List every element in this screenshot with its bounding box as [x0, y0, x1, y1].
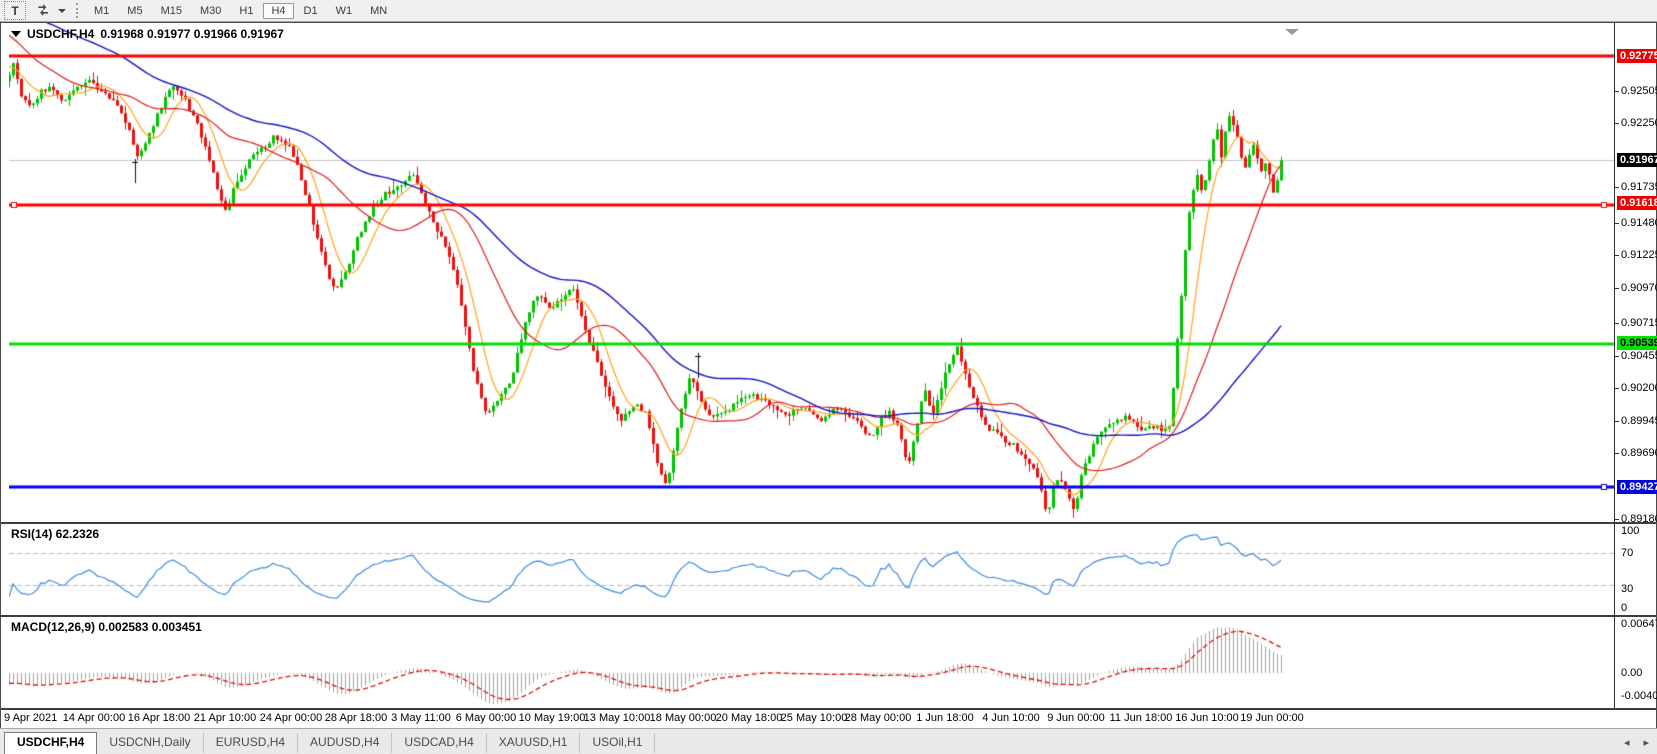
timeframe-buttons: M1M5M15M30H1H4D1W1MN [85, 3, 396, 19]
timeframe-button-m5[interactable]: M5 [119, 3, 150, 19]
y-axis-tick [1615, 91, 1619, 92]
pane-separator[interactable] [1, 522, 1656, 524]
x-axis-label: 25 May 10:00 [781, 712, 848, 724]
x-axis-label: 1 Jun 18:00 [916, 712, 974, 724]
y-axis-tick [1615, 288, 1619, 289]
timeframe-button-mn[interactable]: MN [362, 3, 395, 19]
y-axis-label: 0.90715 [1621, 316, 1657, 330]
chart-tab-usdcnh-daily[interactable]: USDCNH,Daily [97, 733, 203, 753]
x-axis-label: 20 May 18:00 [716, 712, 783, 724]
chart-window: USDCHF,H4 0.91968 0.91977 0.91966 0.9196… [0, 22, 1657, 729]
macd-axis-label: 0.00 [1621, 666, 1642, 680]
y-axis-tick [1615, 255, 1619, 256]
chart-symbol: USDCHF,H4 [27, 27, 94, 41]
price-line-badge-0.91967: 0.91967 [1617, 153, 1657, 167]
price-line-badge-0.89427: 0.89427 [1617, 480, 1657, 494]
chart-tab-xauusd-h1[interactable]: XAUUSD,H1 [487, 733, 581, 753]
macd-axis-label: -0.004073 [1621, 689, 1657, 703]
date-axis: 9 Apr 2021 14 Apr 00:0016 Apr 18:00 21 Apr… [1, 710, 1656, 728]
tab-scroll-left-icon[interactable]: ◂ [1624, 736, 1630, 749]
chart-tab-eurusd-h4[interactable]: EURUSD,H4 [204, 733, 298, 753]
y-axis-tick [1615, 421, 1619, 422]
timeframe-button-m15[interactable]: M15 [153, 3, 190, 19]
x-axis-label: 19 Jun 00:00 [1240, 712, 1304, 724]
chart-shift-marker[interactable] [1285, 29, 1299, 35]
x-axis-label: 28 May 00:00 [845, 712, 912, 724]
y-axis-label: 0.90970 [1621, 281, 1657, 295]
y-axis-label: 0.91735 [1621, 180, 1657, 194]
x-axis-label: 18 May 00:00 [650, 712, 717, 724]
y-axis-label: 0.91480 [1621, 216, 1657, 230]
x-axis-label: 16 Apr 18:00 [128, 712, 190, 724]
chart-context-arrow-icon[interactable] [11, 31, 21, 37]
swap-arrows-icon [36, 4, 52, 18]
rsi-indicator-label: RSI(14) 62.2326 [11, 527, 99, 541]
chart-title: USDCHF,H4 0.91968 0.91977 0.91966 0.9196… [11, 27, 284, 41]
y-axis-label: 0.90200 [1621, 381, 1657, 395]
macd-axis-label: 0.006477 [1621, 617, 1657, 631]
y-axis-label: 0.89690 [1621, 446, 1657, 460]
timeframe-button-h4[interactable]: H4 [263, 3, 293, 19]
y-axis-tick [1615, 187, 1619, 188]
x-axis-label: 21 Apr 10:00 [194, 712, 256, 724]
y-axis-tick [1615, 453, 1619, 454]
y-axis-tick [1615, 519, 1619, 520]
y-axis-label: 0.92250 [1621, 116, 1657, 130]
y-axis-label: 0.91225 [1621, 248, 1657, 262]
y-axis-tick [1615, 223, 1619, 224]
y-axis-label: 0.90455 [1621, 349, 1657, 363]
chart-tabs: USDCHF,H4USDCNH,DailyEURUSD,H4AUDUSD,H4U… [0, 732, 655, 754]
x-axis-label: 14 Apr 00:00 [63, 712, 125, 724]
chart-tab-usoil-h1[interactable]: USOil,H1 [580, 733, 655, 753]
x-axis-label: 13 May 10:00 [584, 712, 651, 724]
mt4-window: T M1M5M15M30H1H4D1W1MN USDCHF,H4 0.91968… [0, 0, 1657, 754]
chart-tab-audusd-h4[interactable]: AUDUSD,H4 [298, 733, 392, 753]
x-axis-label: 28 Apr 18:00 [325, 712, 387, 724]
macd-pane-canvas[interactable] [9, 617, 1614, 708]
price-line-badge-0.92775: 0.92775 [1617, 49, 1657, 63]
y-axis-tick [1615, 356, 1619, 357]
price-chart-canvas[interactable] [9, 23, 1614, 522]
timeframe-button-m1[interactable]: M1 [86, 3, 117, 19]
text-tool-button[interactable]: T [4, 1, 26, 20]
x-axis-label: 10 May 19:00 [519, 712, 586, 724]
y-axis-tick [1615, 123, 1619, 124]
rsi-axis-label: 100 [1621, 524, 1639, 538]
price-axis-border [1614, 23, 1615, 708]
macd-indicator-label: MACD(12,26,9) 0.002583 0.003451 [11, 620, 202, 634]
rsi-axis-label: 30 [1621, 582, 1633, 596]
x-axis-label: 11 Jun 18:00 [1110, 712, 1173, 724]
toolbar-grip [76, 3, 78, 18]
timeframe-button-h1[interactable]: H1 [231, 3, 261, 19]
rsi-axis-label: 70 [1621, 546, 1633, 560]
tab-scrollers: ◂ ▸ [1624, 736, 1649, 749]
x-axis-label: 9 Jun 00:00 [1047, 712, 1105, 724]
timeframe-button-m30[interactable]: M30 [192, 3, 229, 19]
x-axis-label: 16 Jun 10:00 [1175, 712, 1239, 724]
x-axis-label: 6 May 00:00 [456, 712, 517, 724]
rsi-pane-canvas[interactable] [9, 524, 1614, 615]
x-axis-label: 4 Jun 10:00 [982, 712, 1040, 724]
x-axis-label: 9 Apr 2021 [4, 712, 57, 724]
chart-tab-usdcad-h4[interactable]: USDCAD,H4 [392, 733, 486, 753]
chart-tab-usdchf-h4[interactable]: USDCHF,H4 [4, 732, 97, 754]
toolbar: T M1M5M15M30H1H4D1W1MN [0, 0, 1657, 22]
x-axis-label: 24 Apr 00:00 [260, 712, 322, 724]
timeframe-button-d1[interactable]: D1 [296, 3, 326, 19]
x-axis-label: 3 May 11:00 [391, 712, 451, 724]
y-axis-tick [1615, 388, 1619, 389]
tab-bar: USDCHF,H4USDCNH,DailyEURUSD,H4AUDUSD,H4U… [0, 728, 1657, 754]
y-axis-label: 0.92505 [1621, 84, 1657, 98]
pane-separator[interactable] [1, 615, 1656, 617]
y-axis-tick [1615, 323, 1619, 324]
chart-quotes: 0.91968 0.91977 0.91966 0.91967 [100, 27, 284, 41]
price-line-badge-0.91618: 0.91618 [1617, 196, 1657, 210]
y-axis-label: 0.89945 [1621, 414, 1657, 428]
tab-scroll-right-icon[interactable]: ▸ [1643, 736, 1649, 749]
rsi-axis-label: 0 [1621, 601, 1627, 615]
price-line-badge-0.90539: 0.90539 [1617, 336, 1657, 350]
timeframe-button-w1[interactable]: W1 [328, 3, 361, 19]
cursor-mode-dropdown-icon[interactable] [58, 9, 66, 13]
cursor-mode-button[interactable] [34, 2, 54, 19]
